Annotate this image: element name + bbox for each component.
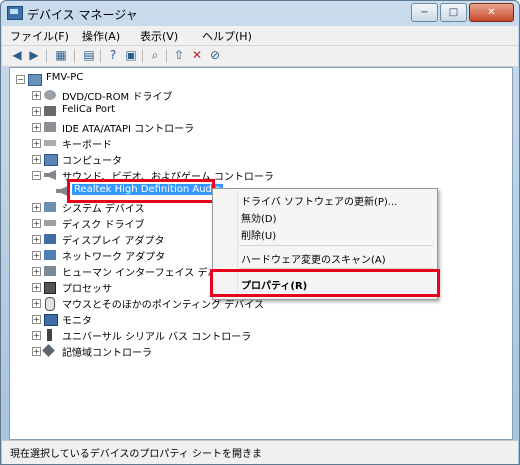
tree-item-disk[interactable]: + ディスク ドライブ [30, 216, 230, 231]
monitor-icon [44, 314, 58, 326]
device-manager-window: デバイス マネージャ − □ ✕ ファイル(F) 操作(A) 表示(V) ヘルプ… [0, 0, 520, 465]
disable-icon[interactable]: ⊘ [208, 48, 222, 62]
device-manager-icon [7, 6, 23, 20]
expand-icon[interactable]: + [32, 267, 41, 276]
menu-view[interactable]: 表示(V) [140, 28, 178, 44]
close-button[interactable]: ✕ [469, 3, 514, 22]
dvd-drive-icon [44, 90, 56, 100]
title-bar[interactable]: デバイス マネージャ − □ ✕ [1, 1, 519, 25]
tree-item-ide[interactable]: + IDE ATA/ATAPI コントローラ [30, 120, 230, 135]
update-driver-icon[interactable]: ⇧ [172, 48, 186, 62]
tree-item-computer[interactable]: + コンピュータ [30, 152, 230, 167]
view-icon[interactable]: ▣ [124, 48, 138, 62]
device-tree[interactable]: − FMV-PC + DVD/CD-ROM ドライブ + FeliCa Port… [9, 67, 513, 440]
tree-item-network[interactable]: + ネットワーク アダプタ [30, 248, 230, 263]
collapse-icon[interactable]: − [32, 171, 41, 180]
mouse-icon [45, 297, 55, 311]
window-title: デバイス マネージャ [27, 8, 138, 22]
expand-icon[interactable]: + [32, 283, 41, 292]
usb-icon [47, 329, 52, 341]
menu-delete[interactable]: 削除(U) [241, 227, 276, 242]
back-icon[interactable]: ◀ [10, 48, 24, 62]
expand-icon[interactable]: + [32, 315, 41, 324]
toolbar: ◀ ▶ ▦ ▤ ? ▣ ⌕ ⇧ ✕ ⊘ [2, 46, 518, 67]
ide-controller-icon [44, 122, 56, 132]
tree-item-usb[interactable]: + ユニバーサル シリアル バス コントローラ [30, 328, 260, 343]
keyboard-icon [44, 140, 56, 146]
computer-icon [28, 74, 42, 86]
expand-icon[interactable]: + [32, 123, 41, 132]
tree-item-keyboard[interactable]: + キーボード [30, 136, 230, 151]
computer-icon [44, 154, 58, 166]
storage-controller-icon [42, 344, 55, 357]
processor-icon [44, 282, 56, 294]
tree-item-dvd[interactable]: + DVD/CD-ROM ドライブ [30, 88, 230, 103]
felica-icon [44, 106, 56, 116]
menu-action[interactable]: 操作(A) [82, 28, 120, 44]
menu-update-driver[interactable]: ドライバ ソフトウェアの更新(P)... [241, 193, 397, 208]
uninstall-icon[interactable]: ✕ [190, 48, 204, 62]
forward-icon[interactable]: ▶ [27, 48, 41, 62]
tree-item-monitor[interactable]: + モニタ [30, 312, 230, 327]
expand-icon[interactable]: + [32, 219, 41, 228]
highlight-properties [210, 269, 440, 297]
display-adapter-icon [44, 234, 56, 244]
hid-icon [44, 266, 56, 276]
expand-icon[interactable]: + [32, 107, 41, 116]
menu-bar: ファイル(F) 操作(A) 表示(V) ヘルプ(H) [2, 26, 518, 46]
expand-icon[interactable]: + [32, 155, 41, 164]
tree-item-display[interactable]: + ディスプレイ アダプタ [30, 232, 230, 247]
status-bar: 現在選択しているデバイスのプロパティ シートを開きま [2, 440, 518, 464]
tree-item-hid[interactable]: + ヒューマン インターフェイス デバイス [30, 264, 237, 279]
tree-root[interactable]: − FMV-PC [14, 72, 154, 86]
expand-icon[interactable]: + [32, 139, 41, 148]
menu-help[interactable]: ヘルプ(H) [202, 28, 252, 44]
properties-icon[interactable]: ▤ [82, 48, 96, 62]
expand-icon[interactable]: + [32, 235, 41, 244]
speaker-icon [44, 170, 56, 180]
tree-item-felica[interactable]: + FeliCa Port [30, 104, 230, 118]
menu-scan-hardware[interactable]: ハードウェア変更のスキャン(A) [241, 251, 386, 266]
expand-icon[interactable]: + [32, 203, 41, 212]
tree-item-storage[interactable]: + 記憶域コントローラ [30, 344, 230, 359]
expand-icon[interactable]: + [32, 91, 41, 100]
collapse-icon[interactable]: − [16, 75, 25, 84]
scan-icon[interactable]: ⌕ [148, 48, 162, 62]
help-icon[interactable]: ? [106, 48, 120, 62]
expand-icon[interactable]: + [32, 299, 41, 308]
maximize-button[interactable]: □ [440, 3, 467, 22]
tree-item-processor[interactable]: + プロセッサ [30, 280, 230, 295]
minimize-button[interactable]: − [411, 3, 438, 22]
menu-file[interactable]: ファイル(F) [10, 28, 69, 44]
network-adapter-icon [44, 250, 56, 260]
status-text: 現在選択しているデバイスのプロパティ シートを開きま [10, 449, 262, 460]
system-device-icon [44, 202, 56, 212]
expand-icon[interactable]: + [32, 331, 41, 340]
disk-drive-icon [44, 220, 56, 226]
show-hide-tree-icon[interactable]: ▦ [54, 48, 68, 62]
expand-icon[interactable]: + [32, 347, 41, 356]
expand-icon[interactable]: + [32, 251, 41, 260]
menu-disable[interactable]: 無効(D) [241, 210, 277, 225]
highlight-selected-device [67, 179, 215, 203]
